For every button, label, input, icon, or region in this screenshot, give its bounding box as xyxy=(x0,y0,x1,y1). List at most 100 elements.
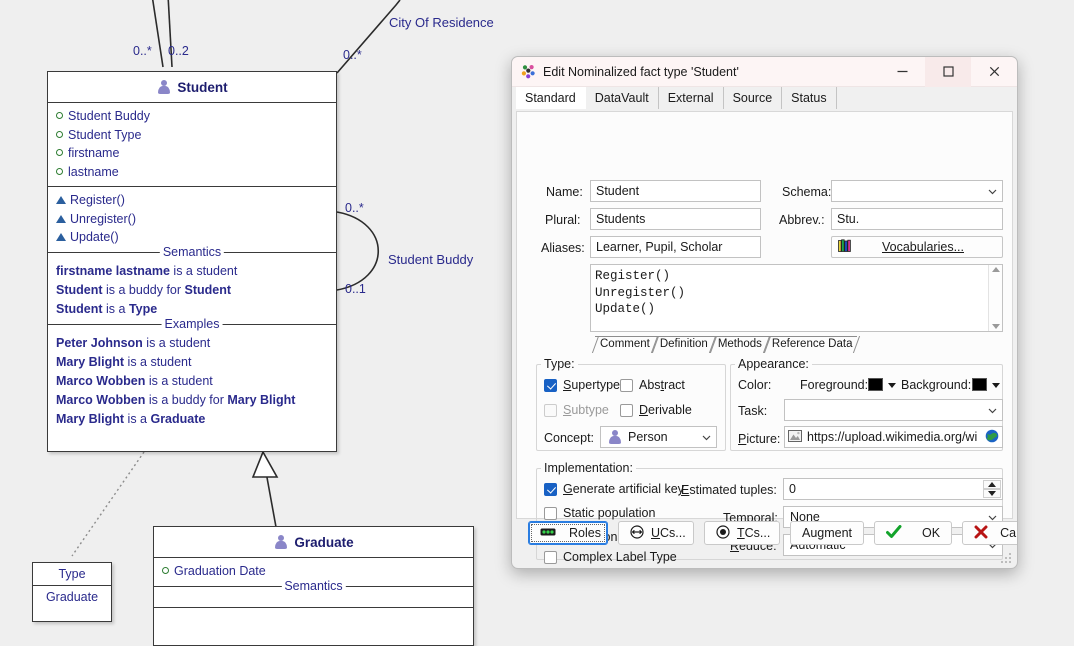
dialog-titlebar[interactable]: Edit Nominalized fact type 'Student' xyxy=(512,57,1017,87)
close-button[interactable] xyxy=(971,57,1017,87)
checkbox-abstract[interactable]: Abstract xyxy=(620,378,685,392)
uml-class-student[interactable]: Student Student Buddy Student Type first… xyxy=(47,71,337,452)
roles-label: Roles xyxy=(569,526,601,540)
memo-tab-reference-data[interactable]: Reference Data xyxy=(763,336,861,353)
method-triangle-icon xyxy=(56,233,66,241)
minimize-button[interactable] xyxy=(879,57,925,87)
schema-combo[interactable] xyxy=(831,180,1003,202)
name-label: Name: xyxy=(546,185,583,199)
memo-tab-comment[interactable]: Comment xyxy=(591,336,658,353)
multiplicity-1: 0..2 xyxy=(168,44,189,58)
uml-type-box[interactable]: Type Graduate xyxy=(32,562,112,622)
tcs-button[interactable]: TCs... xyxy=(704,521,780,545)
attribute-row: lastname xyxy=(48,163,336,182)
memo-line: Unregister() xyxy=(595,285,686,300)
person-icon xyxy=(607,429,622,445)
methods-memo[interactable]: Register() Unregister() Update() xyxy=(590,264,1003,332)
foreground-label: Foreground: xyxy=(800,378,869,392)
tab-source[interactable]: Source xyxy=(723,87,783,109)
checkbox-derivable[interactable]: Derivable xyxy=(620,403,692,417)
scroll-up-icon[interactable] xyxy=(991,267,1000,272)
spinner-down-icon[interactable] xyxy=(983,489,1001,498)
checkbox-complex-label-type[interactable]: Complex Label Type xyxy=(544,550,677,564)
globe-icon[interactable] xyxy=(985,429,999,446)
tab-external[interactable]: External xyxy=(658,87,724,109)
memo-line: Register() xyxy=(595,269,671,283)
name-input[interactable] xyxy=(590,180,761,202)
checkbox-supertype[interactable]: SSupertypeupertype xyxy=(544,378,620,392)
memo-tabstrip[interactable]: Comment Definition Methods Reference Dat… xyxy=(591,335,861,353)
checkbox-static-population[interactable]: Static population xyxy=(544,506,655,520)
augment-label: Augment xyxy=(802,526,853,540)
type-box-header: Type xyxy=(33,563,111,586)
tab-status[interactable]: Status xyxy=(782,87,837,109)
ok-label: OK xyxy=(922,526,941,540)
example-row: Peter Johnson is a student xyxy=(56,335,211,350)
person-icon xyxy=(273,534,288,550)
background-color-caret-icon[interactable] xyxy=(992,383,1000,388)
example-row: Marco Wobben is a buddy for Mary Blight xyxy=(56,392,296,407)
attribute-label: Student Type xyxy=(68,127,142,142)
cancel-button[interactable]: Cancel xyxy=(962,521,1017,545)
cancel-label: Cancel xyxy=(1000,526,1017,540)
concept-combo[interactable]: Person xyxy=(600,426,717,448)
checkbox-subtype: Subtype xyxy=(544,403,609,417)
roles-icon xyxy=(540,526,556,540)
memo-tab-definition[interactable]: Definition xyxy=(651,336,716,353)
resize-grip[interactable] xyxy=(1001,553,1012,564)
checkbox-label: SSupertypeupertype xyxy=(563,378,620,392)
background-color-swatch[interactable] xyxy=(972,378,987,391)
example-row: Mary Blight is a Graduate xyxy=(56,411,206,426)
picture-field[interactable]: https://upload.wikimedia.org/wi xyxy=(784,426,1003,448)
estimated-tuples-field[interactable]: 0 xyxy=(783,478,1003,500)
uml-graduate-semantics: Semantics xyxy=(154,578,473,608)
picture-label: PPicture:icture: xyxy=(738,432,781,446)
type-box-row: Graduate xyxy=(45,590,99,604)
method-triangle-icon xyxy=(56,196,66,204)
checkbox-box xyxy=(544,550,557,564)
attribute-label: lastname xyxy=(68,164,119,179)
checkbox-box xyxy=(544,482,557,496)
semantics-row: Student is a buddy for Student xyxy=(56,282,232,297)
tab-standard[interactable]: Standard xyxy=(516,87,586,109)
uml-student-examples: Examples Peter Johnson is a student Mary… xyxy=(48,316,336,434)
checkbox-label: Derivable xyxy=(639,403,692,417)
type-group-legend: Type: xyxy=(544,357,575,371)
memo-tab-methods[interactable]: Methods xyxy=(709,336,771,353)
concept-label: Concept: xyxy=(544,431,595,445)
roles-button[interactable]: Roles xyxy=(528,521,608,545)
foreground-color-caret-icon[interactable] xyxy=(888,383,896,388)
dialog-tabbar[interactable]: Standard DataVault External Source Statu… xyxy=(512,87,1017,109)
augment-button[interactable]: Augment xyxy=(790,521,865,545)
memo-scrollbar[interactable] xyxy=(988,265,1002,331)
uml-class-graduate-header: Graduate xyxy=(154,527,473,558)
books-icon xyxy=(838,238,853,256)
checkbox-box xyxy=(620,403,633,417)
attribute-label: Student Buddy xyxy=(68,109,151,123)
color-label: Color: xyxy=(738,378,772,392)
example-row: Marco Wobben is a student xyxy=(56,373,213,388)
checkbox-generate-artificial-key[interactable]: Generate artificial key xyxy=(544,482,684,496)
ucs-button[interactable]: UCs... xyxy=(618,521,694,545)
uml-class-graduate[interactable]: Graduate Graduation Date Semantics xyxy=(153,526,474,646)
schema-label: Schema: xyxy=(782,185,832,199)
task-combo[interactable] xyxy=(784,399,1003,421)
foreground-color-swatch[interactable] xyxy=(868,378,883,391)
vocabularies-button[interactable]: Vocabularies... xyxy=(831,236,1003,258)
ok-button[interactable]: OK xyxy=(874,521,953,545)
estimated-tuples-spinner[interactable] xyxy=(983,480,1001,498)
plural-input[interactable] xyxy=(590,208,761,230)
implementation-group-legend: Implementation: xyxy=(544,461,633,475)
tab-datavault[interactable]: DataVault xyxy=(585,87,659,109)
scroll-down-icon[interactable] xyxy=(991,324,1000,329)
image-icon xyxy=(788,429,802,445)
maximize-button[interactable] xyxy=(925,57,971,87)
aliases-input[interactable] xyxy=(590,236,761,258)
checkbox-label: Static population xyxy=(563,506,656,520)
multiplicity-4: 0..1 xyxy=(345,282,366,296)
uml-student-attributes: Student Buddy Student Type firstname las… xyxy=(48,103,336,187)
edit-fact-type-dialog[interactable]: Edit Nominalized fact type 'Student' Sta… xyxy=(511,56,1018,569)
spinner-up-icon[interactable] xyxy=(983,480,1001,489)
abbrev-input[interactable] xyxy=(831,208,1003,230)
uml-class-student-title: Student xyxy=(177,79,228,95)
